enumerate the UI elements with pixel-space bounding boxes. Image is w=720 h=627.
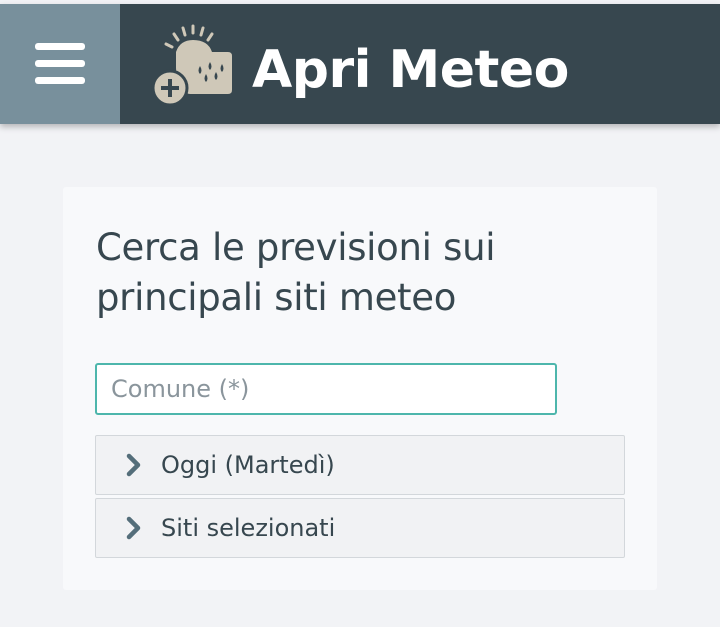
hamburger-menu-icon — [35, 43, 85, 84]
app-title: Apri Meteo — [252, 40, 569, 100]
weather-logo-icon — [151, 24, 232, 107]
search-card: Cerca le previsioni sui principali siti … — [63, 187, 657, 590]
chevron-right-icon — [126, 453, 141, 477]
chevron-right-icon — [126, 516, 141, 540]
section-oggi-label: Oggi (Martedì) — [161, 451, 335, 479]
app-header: Apri Meteo — [0, 4, 720, 124]
section-siti-label: Siti selezionati — [161, 514, 336, 542]
page-heading: Cerca le previsioni sui principali siti … — [96, 226, 496, 319]
comune-search-input[interactable] — [95, 363, 557, 415]
section-oggi[interactable]: Oggi (Martedì) — [95, 435, 625, 495]
section-siti-selezionati[interactable]: Siti selezionati — [95, 498, 625, 558]
menu-button[interactable] — [0, 4, 120, 124]
